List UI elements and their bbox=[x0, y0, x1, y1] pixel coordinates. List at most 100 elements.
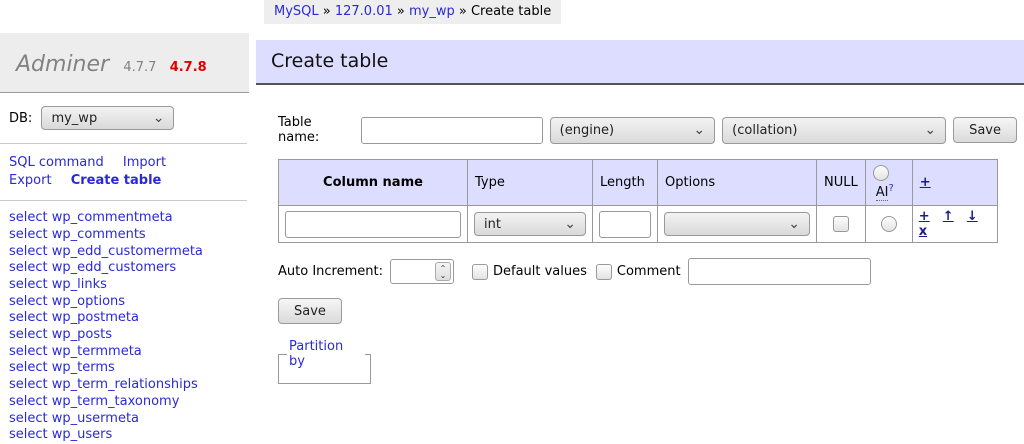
list-item: select wp_term_taxonomy bbox=[9, 394, 256, 411]
update-version-link[interactable]: 4.7.8 bbox=[170, 60, 207, 75]
select-table-link[interactable]: select bbox=[9, 360, 48, 375]
table-link[interactable]: wp_edd_customermeta bbox=[52, 244, 203, 259]
create-table-form: Table name: (engine) ⌄ (collation) ⌄ Sav… bbox=[256, 115, 1024, 384]
select-table-link[interactable]: select bbox=[9, 427, 48, 442]
save-button[interactable]: Save bbox=[953, 117, 1017, 143]
ai-radio[interactable] bbox=[881, 216, 897, 232]
ai-reset-radio[interactable] bbox=[873, 165, 889, 181]
table-link[interactable]: wp_term_taxonomy bbox=[52, 394, 180, 409]
table-name-input[interactable] bbox=[361, 117, 543, 144]
list-item: select wp_postmeta bbox=[9, 310, 256, 327]
add-column-link[interactable]: + bbox=[919, 209, 930, 224]
list-item: select wp_comments bbox=[9, 227, 256, 244]
table-link[interactable]: wp_commentmeta bbox=[52, 210, 173, 225]
breadcrumb-item[interactable]: my_wp bbox=[409, 4, 455, 19]
select-table-link[interactable]: select bbox=[9, 377, 48, 392]
db-select-value: my_wp bbox=[51, 111, 97, 126]
add-column-link[interactable]: + bbox=[920, 175, 931, 190]
list-item: select wp_edd_customers bbox=[9, 260, 256, 277]
select-table-link[interactable]: select bbox=[9, 277, 48, 292]
save-button-bottom[interactable]: Save bbox=[278, 298, 342, 324]
column-length-input[interactable] bbox=[599, 211, 651, 238]
engine-select[interactable]: (engine) ⌄ bbox=[550, 117, 716, 144]
app-logo: Adminer 4.7.7 4.7.8 bbox=[0, 33, 249, 93]
header-length: Length bbox=[593, 160, 658, 206]
default-values-checkbox[interactable] bbox=[472, 264, 488, 280]
table-link[interactable]: wp_comments bbox=[52, 227, 146, 242]
table-link[interactable]: wp_term_relationships bbox=[52, 377, 198, 392]
engine-select-value: (engine) bbox=[560, 123, 614, 138]
column-type-value: int bbox=[484, 217, 501, 232]
table-link[interactable]: wp_usermeta bbox=[52, 411, 139, 426]
app-title: Adminer bbox=[16, 52, 109, 77]
select-table-link[interactable]: select bbox=[9, 310, 48, 325]
comment-input[interactable] bbox=[688, 258, 871, 285]
breadcrumb-item[interactable]: 127.0.01 bbox=[335, 4, 393, 19]
table-link[interactable]: wp_users bbox=[52, 427, 113, 442]
list-item: select wp_links bbox=[9, 277, 256, 294]
column-options-select[interactable]: ⌄ bbox=[664, 212, 810, 236]
column-name-input[interactable] bbox=[285, 211, 461, 238]
table-row: int ⌄ ⌄ + ↑ ↓ bbox=[279, 206, 998, 243]
table-link[interactable]: wp_termmeta bbox=[52, 344, 142, 359]
sidebar-item-create-table[interactable]: Create table bbox=[71, 173, 162, 188]
table-link[interactable]: wp_posts bbox=[52, 327, 112, 342]
table-name-row: Table name: (engine) ⌄ (collation) ⌄ Sav… bbox=[278, 115, 1024, 145]
move-down-icon[interactable]: ↓ bbox=[967, 209, 978, 224]
list-item: select wp_commentmeta bbox=[9, 210, 256, 227]
select-table-link[interactable]: select bbox=[9, 244, 48, 259]
collation-select[interactable]: (collation) ⌄ bbox=[722, 117, 946, 144]
spinner-down-icon[interactable]: ⌄ bbox=[440, 272, 447, 279]
select-table-link[interactable]: select bbox=[9, 344, 48, 359]
comment-checkbox[interactable] bbox=[596, 264, 612, 280]
remove-column-icon[interactable]: x bbox=[919, 224, 927, 239]
header-options: Options bbox=[658, 160, 817, 206]
breadcrumb-item[interactable]: MySQL bbox=[274, 4, 319, 19]
chevron-down-icon: ⌄ bbox=[693, 125, 705, 135]
sidebar-item-sql-command[interactable]: SQL command bbox=[9, 155, 104, 170]
select-table-link[interactable]: select bbox=[9, 210, 48, 225]
list-item: select wp_term_relationships bbox=[9, 377, 256, 394]
sidebar-item-import[interactable]: Import bbox=[123, 155, 166, 170]
null-checkbox[interactable] bbox=[833, 216, 849, 232]
select-table-link[interactable]: select bbox=[9, 227, 48, 242]
db-select[interactable]: my_wp ⌄ bbox=[41, 106, 174, 130]
auto-increment-field: ⌃ ⌄ bbox=[390, 259, 454, 284]
chevron-down-icon: ⌄ bbox=[924, 125, 936, 135]
db-label: DB: bbox=[9, 111, 32, 126]
list-item: select wp_terms bbox=[9, 360, 256, 377]
table-list: select wp_commentmetaselect wp_commentss… bbox=[0, 210, 256, 444]
sidebar-item-export[interactable]: Export bbox=[9, 173, 52, 188]
select-table-link[interactable]: select bbox=[9, 411, 48, 426]
table-link[interactable]: wp_edd_customers bbox=[52, 260, 176, 275]
table-link[interactable]: wp_postmeta bbox=[52, 310, 139, 325]
chevron-down-icon: ⌄ bbox=[788, 219, 800, 229]
page-title: Create table bbox=[256, 40, 1024, 85]
db-selector-row: DB: my_wp ⌄ bbox=[0, 93, 247, 144]
list-item: select wp_edd_customermeta bbox=[9, 244, 256, 261]
auto-increment-row: Auto Increment: ⌃ ⌄ Default values Comme… bbox=[278, 258, 1024, 285]
table-link[interactable]: wp_links bbox=[52, 277, 107, 292]
table-link[interactable]: wp_options bbox=[52, 294, 125, 309]
auto-increment-label: Auto Increment: bbox=[278, 264, 383, 279]
columns-table: Column name Type Length Options NULL AI?… bbox=[278, 159, 998, 243]
partition-by-link[interactable]: Partition by bbox=[289, 339, 343, 369]
number-spinner[interactable]: ⌃ ⌄ bbox=[435, 262, 451, 281]
select-table-link[interactable]: select bbox=[9, 260, 48, 275]
select-table-link[interactable]: select bbox=[9, 294, 48, 309]
breadcrumb-item: Create table bbox=[471, 4, 551, 19]
ai-label: AI bbox=[876, 185, 889, 201]
ai-help-link[interactable]: ? bbox=[888, 183, 893, 194]
move-up-icon[interactable]: ↑ bbox=[943, 209, 954, 224]
select-table-link[interactable]: select bbox=[9, 327, 48, 342]
header-ai: AI? bbox=[865, 160, 912, 206]
list-item: select wp_users bbox=[9, 427, 256, 444]
table-name-label: Table name: bbox=[278, 115, 354, 145]
column-type-select[interactable]: int ⌄ bbox=[474, 212, 586, 236]
header-add: + bbox=[912, 160, 997, 206]
partition-fieldset: Partition by bbox=[278, 339, 371, 384]
list-item: select wp_posts bbox=[9, 327, 256, 344]
table-link[interactable]: wp_terms bbox=[52, 360, 115, 375]
select-table-link[interactable]: select bbox=[9, 394, 48, 409]
sidebar-menu: SQL command Import Export Create table bbox=[0, 144, 247, 201]
